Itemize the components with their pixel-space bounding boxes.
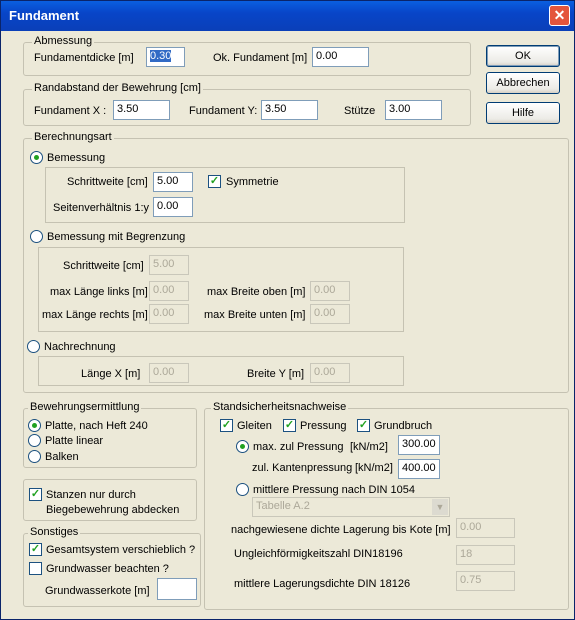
randabstand-legend: Randabstand der Bewehrung [cm]	[32, 82, 203, 94]
laenge-x-label: Länge X [m]	[81, 368, 141, 380]
abmessung-legend: Abmessung	[32, 35, 95, 47]
platte-linear-label: Platte linear	[45, 435, 104, 447]
sonstiges-legend: Sonstiges	[28, 526, 81, 538]
balken-radio[interactable]	[28, 450, 41, 463]
bemessung-begrenzung-radio[interactable]	[30, 230, 43, 243]
fundament-x-input[interactable]: 3.50	[113, 100, 170, 120]
nachrechnung-radio[interactable]	[27, 340, 40, 353]
lagerung-label: nachgewiesene dichte Lagerung bis Kote […	[231, 524, 451, 536]
max-zul-pressung-unit: [kN/m2]	[350, 441, 388, 453]
lagerungsdichte-input[interactable]: 0.75	[456, 571, 515, 591]
ok-button[interactable]: OK	[486, 45, 560, 67]
platte-heft240-radio[interactable]	[28, 419, 41, 432]
grundwasserkote-label: Grundwasserkote [m]	[45, 585, 150, 597]
ungleich-input[interactable]: 18	[456, 545, 515, 565]
chevron-down-icon[interactable]: ▼	[432, 499, 448, 515]
fundamentdicke-input[interactable]: 0.30	[146, 47, 185, 67]
max-laenge-links-input[interactable]: 0.00	[149, 281, 189, 301]
grundwasser-checkbox[interactable]	[29, 562, 42, 575]
max-laenge-rechts-input[interactable]: 0.00	[149, 304, 189, 324]
berechnungsart-legend: Berechnungsart	[32, 131, 114, 143]
stanzen-label-line2: Biegebewehrung abdecken	[46, 504, 180, 516]
window-title: Fundament	[9, 8, 80, 23]
title-bar[interactable]: Fundament ✕	[1, 1, 574, 31]
lagerungsdichte-label: mittlere Lagerungsdichte DIN 18126	[234, 578, 411, 590]
breite-y-label: Breite Y [m]	[247, 368, 305, 380]
max-zul-pressung-label: max. zul Pressung	[253, 441, 344, 453]
lagerung-input[interactable]: 0.00	[456, 518, 515, 538]
grundbruch-label: Grundbruch	[374, 420, 433, 432]
nachrechnung-label: Nachrechnung	[44, 341, 116, 353]
bewehrungsermittlung-legend: Bewehrungsermittlung	[28, 401, 142, 413]
bemessung-label: Bemessung	[47, 152, 106, 164]
zul-kantenpressung-input[interactable]: 400.00	[398, 459, 440, 479]
zul-kantenpressung-unit: [kN/m2]	[355, 462, 393, 474]
stanzen-label-line1: Stanzen nur durch	[46, 489, 136, 501]
breite-y-input[interactable]: 0.00	[310, 363, 350, 383]
begrenzung-schrittweite-input[interactable]: 5.00	[149, 255, 189, 275]
grundwasser-label: Grundwasser beachten ?	[46, 563, 169, 575]
platte-heft240-label: Platte, nach Heft 240	[45, 420, 148, 432]
tabelle-select-value: Tabelle A.2	[256, 500, 310, 512]
standsicherheit-legend: Standsicherheitsnachweise	[211, 401, 349, 413]
schrittweite-label: Schrittweite [cm]	[67, 176, 148, 188]
stuetze-label: Stütze	[344, 105, 376, 117]
max-zul-pressung-input[interactable]: 300.00	[398, 435, 440, 455]
gleiten-label: Gleiten	[237, 420, 272, 432]
schrittweite-input[interactable]: 5.00	[153, 172, 193, 192]
pressung-checkbox[interactable]: ✓	[283, 419, 296, 432]
platte-linear-radio[interactable]	[28, 434, 41, 447]
max-laenge-links-label: max Länge links [m]	[50, 286, 148, 298]
dialog-window: Fundament ✕ OK Abbrechen Hilfe Abmessung…	[0, 0, 575, 620]
max-breite-unten-input[interactable]: 0.00	[310, 304, 350, 324]
seitenverhaeltnis-label: Seitenverhältnis 1:y	[53, 202, 149, 214]
zul-kantenpressung-label: zul. Kantenpressung	[252, 462, 353, 474]
grundwasserkote-input[interactable]	[157, 578, 197, 600]
gesamtsystem-label: Gesamtsystem verschieblich ?	[46, 544, 196, 556]
abbrechen-button[interactable]: Abbrechen	[486, 72, 560, 94]
bemessung-radio[interactable]	[30, 151, 43, 164]
mittlere-pressung-radio[interactable]	[236, 483, 249, 496]
max-breite-oben-input[interactable]: 0.00	[310, 281, 350, 301]
max-breite-unten-label: max Breite unten [m]	[204, 309, 306, 321]
grundbruch-checkbox[interactable]: ✓	[357, 419, 370, 432]
gleiten-checkbox[interactable]: ✓	[220, 419, 233, 432]
stuetze-input[interactable]: 3.00	[385, 100, 442, 120]
laenge-x-input[interactable]: 0.00	[149, 363, 189, 383]
ungleich-label: Ungleichförmigkeitszahl DIN18196	[234, 548, 403, 560]
seitenverhaeltnis-input[interactable]: 0.00	[153, 197, 193, 217]
tabelle-select[interactable]: Tabelle A.2 ▼	[252, 497, 450, 517]
symmetrie-label: Symmetrie	[226, 176, 279, 188]
hilfe-button[interactable]: Hilfe	[486, 102, 560, 124]
ok-fundament-input[interactable]: 0.00	[312, 47, 369, 67]
fundamentdicke-label: Fundamentdicke [m]	[34, 52, 134, 64]
mittlere-pressung-label: mittlere Pressung nach DIN 1054	[253, 484, 416, 496]
close-icon[interactable]: ✕	[549, 5, 570, 26]
symmetrie-checkbox[interactable]: ✓	[208, 175, 221, 188]
stanzen-checkbox[interactable]: ✓	[29, 488, 42, 501]
balken-label: Balken	[45, 451, 79, 463]
max-zul-pressung-radio[interactable]	[236, 440, 249, 453]
fundament-y-label: Fundament Y:	[189, 105, 258, 117]
ok-fundament-label: Ok. Fundament [m]	[213, 52, 308, 64]
begrenzung-schrittweite-label: Schrittweite [cm]	[63, 260, 144, 272]
gesamtsystem-checkbox[interactable]: ✓	[29, 543, 42, 556]
fundament-y-input[interactable]: 3.50	[261, 100, 318, 120]
max-breite-oben-label: max Breite oben [m]	[207, 286, 306, 298]
pressung-label: Pressung	[300, 420, 347, 432]
max-laenge-rechts-label: max Länge rechts [m]	[42, 309, 148, 321]
fundament-x-label: Fundament X :	[34, 105, 107, 117]
bemessung-begrenzung-label: Bemessung mit Begrenzung	[47, 231, 186, 243]
